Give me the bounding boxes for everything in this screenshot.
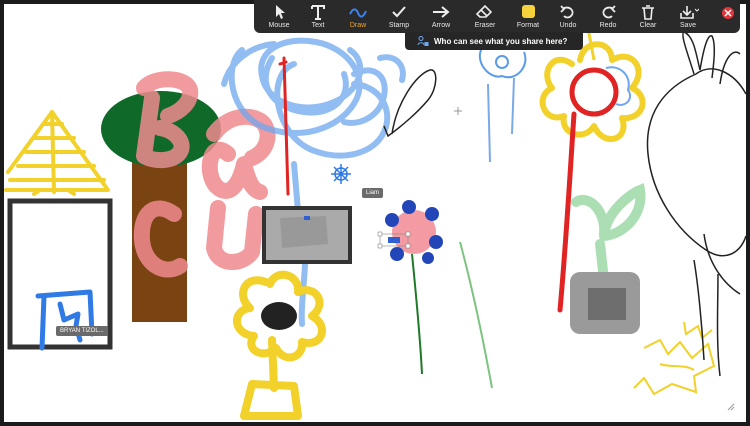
gray-inner-patch	[280, 216, 328, 248]
blue-flower-top	[479, 47, 527, 79]
tool-label: Eraser	[474, 22, 496, 29]
black-loop-stroke	[383, 69, 437, 138]
tool-arrow[interactable]: Arrow	[420, 0, 462, 33]
small-blue-flower	[331, 164, 351, 184]
text-t-icon	[311, 5, 325, 20]
tool-save[interactable]: Save	[668, 0, 708, 33]
tool-label: Save	[680, 22, 696, 29]
flower-stem-green	[411, 253, 423, 375]
tool-redo[interactable]: Redo	[588, 0, 628, 33]
sunflower-center	[261, 302, 297, 330]
annotator-label-liam: Liam	[362, 188, 384, 198]
yellow-sunflower	[233, 270, 326, 420]
arrow-right-icon	[433, 6, 450, 18]
tool-mouse[interactable]: Mouse	[260, 0, 298, 33]
annotator-label-bryan: BRYAN TIZOL...	[56, 326, 108, 336]
tool-label: Format	[516, 22, 540, 29]
share-visibility-banner[interactable]: Who can see what you share here?	[405, 32, 583, 50]
tool-label: Mouse	[268, 22, 290, 29]
pot-inner	[588, 288, 626, 320]
tool-label: Clear	[639, 22, 657, 29]
blue-scribble-bottom-left	[35, 289, 95, 351]
tool-label: Undo	[559, 22, 577, 29]
yellow-hut-roof	[4, 110, 110, 196]
blue-petal-scribble	[605, 66, 632, 106]
crosshair-icon	[454, 107, 462, 115]
tool-clear[interactable]: Clear	[628, 0, 668, 33]
blue-thin-line	[487, 77, 515, 163]
tool-draw[interactable]: Draw	[338, 0, 378, 33]
people-lock-icon	[417, 36, 429, 46]
tool-label: Stamp	[388, 22, 410, 29]
squiggle-draw-icon	[349, 8, 367, 18]
tool-label: Arrow	[431, 22, 451, 29]
whiteboard-canvas[interactable]: Liam BRYAN TIZOL...	[4, 4, 746, 422]
trash-icon	[642, 5, 654, 20]
eraser-icon	[475, 4, 493, 18]
cursor-arrow-icon	[276, 5, 285, 19]
tool-stamp[interactable]: Stamp	[378, 0, 420, 33]
annotation-layer[interactable]	[4, 4, 746, 422]
tool-text[interactable]: Text	[298, 0, 338, 33]
close-icon	[724, 9, 732, 17]
black-heart-outline	[646, 31, 746, 377]
download-save-icon	[680, 6, 699, 19]
resize-handle-icon[interactable]	[726, 402, 736, 412]
close-annotation-button[interactable]	[722, 7, 734, 19]
undo-icon	[560, 5, 574, 19]
green-leaves	[571, 183, 646, 285]
tool-label: Text	[311, 22, 325, 29]
light-green-stroke	[459, 241, 493, 389]
annotation-toolbar: Mouse Text Draw Stamp Arrow Eraser Forma…	[254, 0, 740, 33]
red-flower-ring	[569, 67, 619, 117]
app-window: Liam BRYAN TIZOL... Mouse Text Draw Stam…	[0, 0, 750, 426]
share-banner-text: Who can see what you share here?	[434, 36, 568, 46]
blue-mark	[304, 216, 310, 220]
tool-format[interactable]: Format	[508, 0, 548, 33]
tool-undo[interactable]: Undo	[548, 0, 588, 33]
tool-label: Draw	[349, 22, 367, 29]
redo-icon	[602, 5, 616, 19]
tool-eraser[interactable]: Eraser	[462, 0, 508, 33]
tool-label: Redo	[599, 22, 617, 29]
checkmark-stamp-icon	[392, 6, 406, 18]
format-swatch-icon	[522, 5, 535, 18]
